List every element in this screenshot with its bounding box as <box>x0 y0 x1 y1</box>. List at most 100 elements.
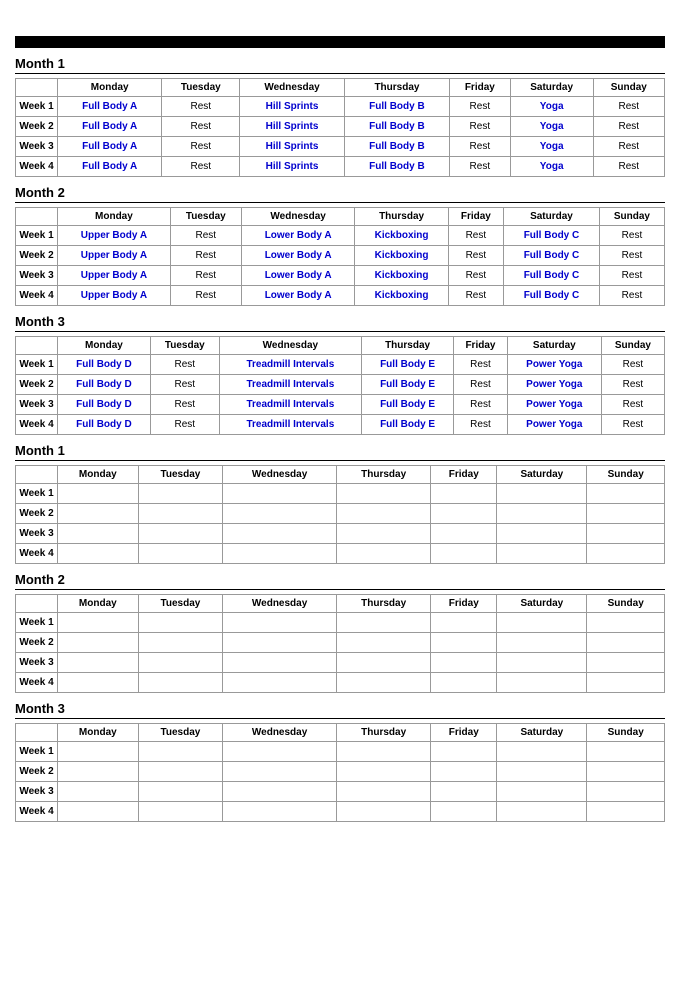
cell: Rest <box>454 375 508 395</box>
empty-cell[interactable] <box>337 524 431 544</box>
empty-cell[interactable] <box>58 782 139 802</box>
empty-cell[interactable] <box>587 802 665 822</box>
empty-cell[interactable] <box>431 762 497 782</box>
cell: Rest <box>449 157 510 177</box>
cell: Rest <box>448 226 503 246</box>
cell: Full Body A <box>58 97 162 117</box>
empty-cell[interactable] <box>431 653 497 673</box>
empty-cell[interactable] <box>431 504 497 524</box>
empty-cell[interactable] <box>497 762 587 782</box>
empty-cell[interactable] <box>497 524 587 544</box>
empty-cell[interactable] <box>223 673 337 693</box>
empty-cell[interactable] <box>58 742 139 762</box>
day-header-saturday: Saturday <box>510 79 593 97</box>
empty-cell[interactable] <box>497 504 587 524</box>
week-label: Week 4 <box>16 544 58 564</box>
empty-cell[interactable] <box>431 524 497 544</box>
day-header-thursday: Thursday <box>355 208 448 226</box>
empty-cell[interactable] <box>58 653 139 673</box>
empty-cell[interactable] <box>337 504 431 524</box>
empty-cell[interactable] <box>497 742 587 762</box>
cell: Hill Sprints <box>240 137 345 157</box>
cell: Rest <box>599 226 664 246</box>
empty-cell[interactable] <box>587 633 665 653</box>
empty-cell[interactable] <box>223 524 337 544</box>
empty-cell[interactable] <box>497 544 587 564</box>
empty-cell[interactable] <box>337 613 431 633</box>
empty-cell[interactable] <box>223 544 337 564</box>
empty-cell[interactable] <box>58 504 139 524</box>
empty-cell[interactable] <box>223 742 337 762</box>
empty-cell[interactable] <box>337 633 431 653</box>
empty-cell[interactable] <box>587 673 665 693</box>
empty-cell[interactable] <box>138 762 223 782</box>
empty-cell[interactable] <box>223 782 337 802</box>
empty-cell[interactable] <box>587 484 665 504</box>
empty-cell[interactable] <box>138 782 223 802</box>
week-label: Week 3 <box>16 266 58 286</box>
empty-cell[interactable] <box>223 613 337 633</box>
empty-cell[interactable] <box>138 653 223 673</box>
empty-cell[interactable] <box>337 742 431 762</box>
empty-cell[interactable] <box>497 484 587 504</box>
cell: Rest <box>593 157 664 177</box>
empty-cell[interactable] <box>587 653 665 673</box>
empty-cell[interactable] <box>223 762 337 782</box>
week-label: Week 1 <box>16 613 58 633</box>
empty-cell[interactable] <box>431 484 497 504</box>
empty-cell[interactable] <box>138 673 223 693</box>
empty-cell[interactable] <box>431 633 497 653</box>
empty-cell[interactable] <box>138 613 223 633</box>
empty-cell[interactable] <box>58 484 139 504</box>
empty-cell[interactable] <box>138 484 223 504</box>
empty-cell[interactable] <box>587 742 665 762</box>
empty-cell[interactable] <box>431 673 497 693</box>
week-label: Week 1 <box>16 742 58 762</box>
empty-cell[interactable] <box>58 673 139 693</box>
empty-cell[interactable] <box>587 613 665 633</box>
empty-cell[interactable] <box>138 633 223 653</box>
day-header-saturday: Saturday <box>504 208 600 226</box>
empty-cell[interactable] <box>58 802 139 822</box>
empty-cell[interactable] <box>138 504 223 524</box>
empty-cell[interactable] <box>497 802 587 822</box>
empty-cell[interactable] <box>497 653 587 673</box>
empty-cell[interactable] <box>58 544 139 564</box>
empty-cell[interactable] <box>337 653 431 673</box>
empty-cell[interactable] <box>337 802 431 822</box>
empty-cell[interactable] <box>431 742 497 762</box>
empty-cell[interactable] <box>138 802 223 822</box>
empty-cell[interactable] <box>431 782 497 802</box>
empty-cell[interactable] <box>58 633 139 653</box>
empty-cell[interactable] <box>223 653 337 673</box>
empty-cell[interactable] <box>431 802 497 822</box>
empty-cell[interactable] <box>223 633 337 653</box>
empty-cell[interactable] <box>587 762 665 782</box>
empty-cell[interactable] <box>587 524 665 544</box>
empty-cell[interactable] <box>138 524 223 544</box>
empty-cell[interactable] <box>138 742 223 762</box>
empty-cell[interactable] <box>497 613 587 633</box>
empty-cell[interactable] <box>58 613 139 633</box>
empty-cell[interactable] <box>223 484 337 504</box>
empty-cell[interactable] <box>497 782 587 802</box>
empty-cell[interactable] <box>431 544 497 564</box>
empty-cell[interactable] <box>223 802 337 822</box>
empty-cell[interactable] <box>587 782 665 802</box>
empty-cell[interactable] <box>58 762 139 782</box>
empty-cell[interactable] <box>337 782 431 802</box>
day-header-sunday: Sunday <box>587 466 665 484</box>
empty-cell[interactable] <box>337 762 431 782</box>
empty-cell[interactable] <box>587 504 665 524</box>
empty-cell[interactable] <box>587 544 665 564</box>
empty-cell[interactable] <box>58 524 139 544</box>
day-header-sunday: Sunday <box>601 337 664 355</box>
empty-cell[interactable] <box>497 633 587 653</box>
empty-cell[interactable] <box>337 484 431 504</box>
empty-cell[interactable] <box>223 504 337 524</box>
empty-cell[interactable] <box>138 544 223 564</box>
empty-cell[interactable] <box>497 673 587 693</box>
empty-cell[interactable] <box>431 613 497 633</box>
empty-cell[interactable] <box>337 544 431 564</box>
empty-cell[interactable] <box>337 673 431 693</box>
